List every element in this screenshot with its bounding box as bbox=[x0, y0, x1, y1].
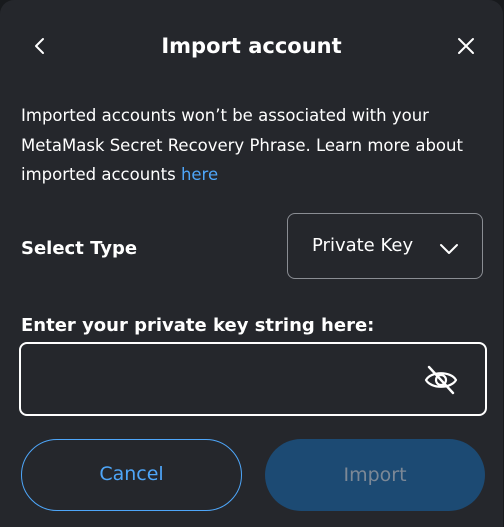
select-type-label: Select Type bbox=[21, 238, 138, 259]
private-key-label: Enter your private key string here: bbox=[21, 315, 375, 336]
chevron-down-icon bbox=[440, 244, 458, 254]
eye-slash-icon bbox=[424, 365, 458, 395]
close-icon bbox=[458, 38, 474, 54]
private-key-input[interactable] bbox=[31, 354, 420, 406]
import-account-modal: Import account Imported accounts won’t b… bbox=[0, 0, 503, 527]
description-line-1: Imported accounts won’t be associated wi… bbox=[21, 106, 429, 125]
private-key-field bbox=[19, 342, 487, 416]
description-line-2: MetaMask Secret Recovery Phrase. Learn m… bbox=[21, 135, 463, 155]
select-type-value: Private Key bbox=[312, 235, 414, 256]
learn-more-link[interactable]: here bbox=[181, 165, 218, 184]
modal-header: Import account bbox=[0, 0, 503, 94]
toggle-visibility-button[interactable] bbox=[422, 363, 460, 397]
cancel-button[interactable]: Cancel bbox=[21, 439, 242, 511]
close-button[interactable] bbox=[453, 33, 479, 59]
select-type-dropdown[interactable]: Private Key bbox=[287, 213, 483, 279]
import-description: Imported accounts won’t be associated wi… bbox=[21, 101, 491, 190]
page-title: Import account bbox=[161, 34, 342, 58]
import-button[interactable]: Import bbox=[265, 439, 485, 511]
description-line-3: imported accounts bbox=[21, 165, 181, 184]
